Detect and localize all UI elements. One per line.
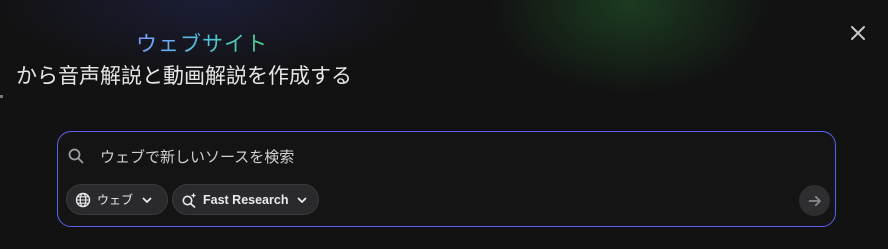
globe-icon — [75, 192, 91, 208]
submit-button[interactable] — [799, 185, 830, 216]
source-chip-label: ウェブ — [97, 193, 134, 207]
search-icon — [68, 148, 84, 164]
title-highlight: ウェブサイト — [136, 32, 268, 56]
research-mode-chip[interactable]: Fast Research — [172, 184, 319, 215]
mode-chip-label: Fast Research — [203, 192, 289, 207]
close-button[interactable] — [843, 18, 873, 48]
chevron-down-icon — [141, 194, 153, 206]
edge-marker — [0, 95, 3, 98]
page-title: から音声解説と動画解説を作成する — [16, 64, 352, 88]
source-select-chip[interactable]: ウェブ — [66, 184, 168, 215]
search-input[interactable] — [100, 144, 700, 170]
close-icon — [851, 26, 865, 40]
sparkle-search-icon — [181, 192, 197, 208]
chevron-down-icon — [296, 194, 308, 206]
search-panel: ウェブ Fast Research — [57, 131, 836, 227]
arrow-right-icon — [808, 195, 821, 206]
